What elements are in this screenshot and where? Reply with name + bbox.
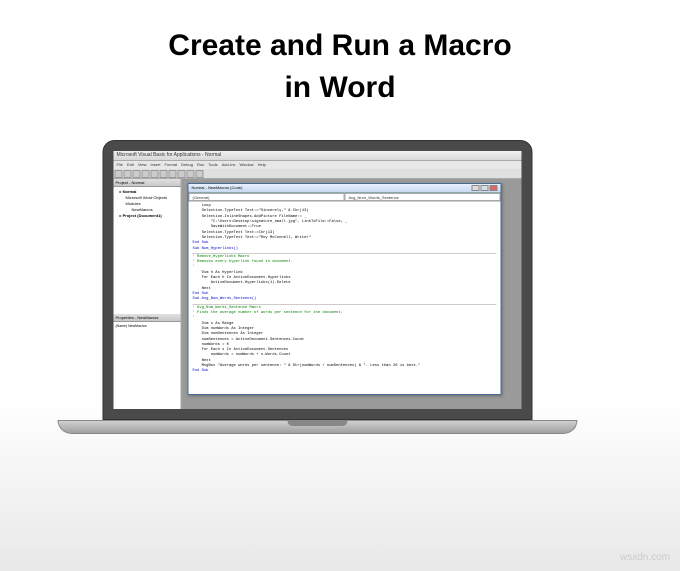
laptop-screen: Microsoft Visual Basic for Applications … bbox=[114, 151, 522, 409]
menu-item-debug[interactable]: Debug bbox=[181, 162, 193, 168]
laptop-base bbox=[58, 420, 578, 434]
vba-sidebar: Project - Normal ▸ Normal Microsoft Word… bbox=[114, 179, 182, 409]
minimize-button[interactable] bbox=[472, 185, 480, 191]
code-editor[interactable]: Loop Selection.TypeText Text:="Sincerely… bbox=[189, 202, 501, 394]
menu-item-file[interactable]: File bbox=[117, 162, 123, 168]
toolbar-button[interactable] bbox=[187, 170, 195, 178]
menu-item-insert[interactable]: Insert bbox=[150, 162, 160, 168]
heading-line-2: in Word bbox=[284, 71, 395, 104]
menu-item-help[interactable]: Help bbox=[258, 162, 266, 168]
vba-title-text: Microsoft Visual Basic for Applications … bbox=[117, 152, 222, 158]
project-tree[interactable]: ▸ Normal Microsoft Word Objects Modules … bbox=[114, 187, 181, 314]
toolbar-button[interactable] bbox=[133, 170, 141, 178]
properties-panel[interactable]: (Name) NewMacros bbox=[114, 322, 181, 410]
vba-body: Project - Normal ▸ Normal Microsoft Word… bbox=[114, 179, 522, 409]
prop-name-label: (Name) bbox=[116, 324, 128, 328]
menu-item-view[interactable]: View bbox=[138, 162, 147, 168]
vba-toolbar[interactable] bbox=[114, 169, 522, 179]
properties-panel-header: Properties - NewMacros bbox=[114, 314, 181, 322]
menu-item-edit[interactable]: Edit bbox=[127, 162, 134, 168]
prop-name-value[interactable]: NewMacros bbox=[128, 324, 146, 328]
watermark: wsxdn.com bbox=[620, 552, 670, 563]
maximize-button[interactable] bbox=[481, 185, 489, 191]
toolbar-button[interactable] bbox=[151, 170, 159, 178]
heading-line-1: Create and Run a Macro bbox=[168, 29, 511, 62]
menu-item-add-ins[interactable]: Add-Ins bbox=[222, 162, 236, 168]
object-dropdown[interactable]: (General) bbox=[189, 193, 345, 201]
laptop-bezel: Microsoft Visual Basic for Applications … bbox=[103, 140, 533, 420]
tree-node-project[interactable]: ▸ Project (Document1) bbox=[116, 213, 179, 219]
toolbar-button[interactable] bbox=[115, 170, 123, 178]
code-window: Normal - NewMacros (Code) (General) Avg_… bbox=[188, 183, 502, 395]
toolbar-button[interactable] bbox=[196, 170, 204, 178]
code-window-titlebar[interactable]: Normal - NewMacros (Code) bbox=[189, 184, 501, 193]
procedure-dropdown[interactable]: Avg_Num_Words_Sentence bbox=[345, 193, 501, 201]
properties-grid[interactable]: (Name) NewMacros bbox=[114, 322, 181, 330]
menu-item-format[interactable]: Format bbox=[164, 162, 177, 168]
vba-window-title: Microsoft Visual Basic for Applications … bbox=[114, 151, 522, 161]
project-panel-header: Project - Normal bbox=[114, 179, 181, 187]
toolbar-button[interactable] bbox=[160, 170, 168, 178]
close-button[interactable] bbox=[490, 185, 498, 191]
menu-item-tools[interactable]: Tools bbox=[208, 162, 217, 168]
laptop-notch bbox=[288, 421, 348, 426]
menu-item-window[interactable]: Window bbox=[239, 162, 253, 168]
page-heading: Create and Run a Macro in Word bbox=[0, 0, 680, 109]
toolbar-button[interactable] bbox=[178, 170, 186, 178]
window-controls bbox=[472, 185, 498, 191]
laptop-mockup: Microsoft Visual Basic for Applications … bbox=[103, 140, 578, 434]
toolbar-button[interactable] bbox=[169, 170, 177, 178]
toolbar-button[interactable] bbox=[142, 170, 150, 178]
code-line[interactable]: End Sub bbox=[193, 369, 497, 374]
vba-mdi-area: Normal - NewMacros (Code) (General) Avg_… bbox=[182, 179, 522, 409]
vba-menu-bar[interactable]: File Edit ViewInsert Format Debug Run Tools Add… bbox=[114, 161, 522, 169]
code-line[interactable]: Sub Num_Hyperlinks() bbox=[193, 247, 497, 252]
code-line[interactable]: Sub Avg_Num_Words_Sentence() bbox=[193, 297, 497, 302]
code-object-proc-selectors: (General) Avg_Num_Words_Sentence bbox=[189, 193, 501, 202]
menu-item-run[interactable]: Run bbox=[197, 162, 204, 168]
code-window-title-text: Normal - NewMacros (Code) bbox=[192, 185, 243, 191]
toolbar-button[interactable] bbox=[124, 170, 132, 178]
